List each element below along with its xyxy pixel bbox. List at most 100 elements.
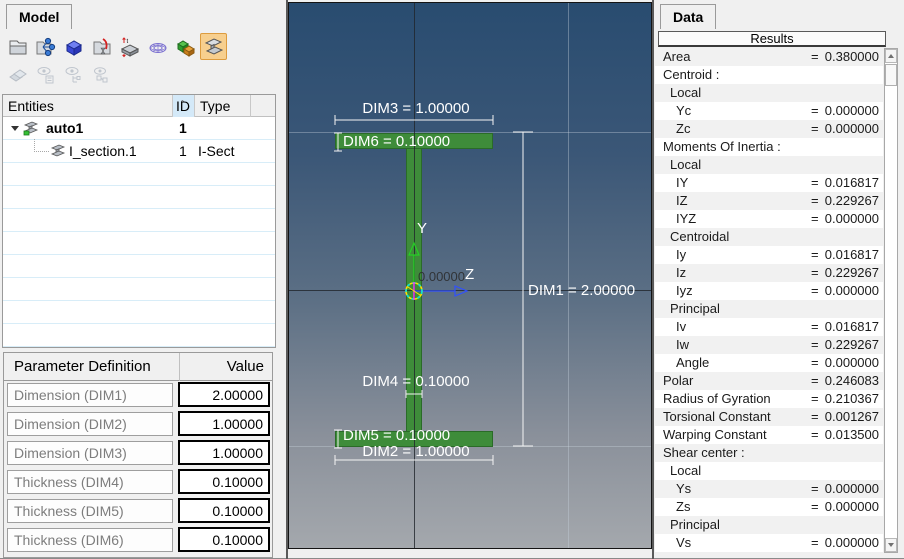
parameter-definition-header: Parameter Definition — [14, 358, 151, 375]
result-row: Yc = 0.000000 — [655, 102, 883, 120]
result-row: IZ = 0.229267 — [655, 192, 883, 210]
results-header: Results — [658, 31, 886, 47]
result-name: Shear center : — [663, 444, 745, 462]
result-name: Ys — [676, 480, 691, 498]
result-name: Local — [670, 84, 701, 102]
parameter-table-header: Parameter Definition Value — [4, 353, 272, 381]
parameter-value-input[interactable] — [178, 411, 270, 436]
column-header-type[interactable]: Type — [195, 95, 251, 117]
result-name: Yc — [676, 102, 691, 120]
tree-empty-row — [3, 324, 275, 347]
sections-stack-icon — [203, 36, 225, 58]
tree-empty-row — [3, 278, 275, 301]
result-equals: = — [811, 336, 819, 354]
result-equals: = — [811, 534, 819, 552]
layers-icon — [7, 64, 29, 86]
material-boxes-button[interactable] — [172, 33, 199, 60]
origin-coordinate-readout: 0.00000 — [418, 269, 465, 284]
sections-stack-button[interactable] — [200, 33, 227, 60]
result-name: Iyz — [676, 282, 693, 300]
scroll-down-icon — [888, 543, 894, 547]
tree-row-type: I-Sect — [198, 143, 235, 159]
tab-model[interactable]: Model — [6, 4, 72, 29]
tree-row-child[interactable]: I_section.1 1 I-Sect — [3, 140, 275, 163]
result-value: 0.016817 — [825, 174, 879, 192]
viewport-3d[interactable]: DIM3 = 1.00000 DIM6 = 0.10000 DIM1 = 2.0… — [288, 2, 652, 549]
result-equals: = — [811, 318, 819, 336]
tab-data[interactable]: Data — [660, 4, 716, 29]
entities-tree-header: Entities ˆID Type — [3, 95, 275, 117]
layers-button-disabled[interactable] — [4, 61, 31, 88]
section-folder-button[interactable] — [4, 33, 31, 60]
result-name: Local — [670, 156, 701, 174]
result-row: Principal — [655, 300, 883, 318]
result-equals: = — [811, 174, 819, 192]
parameter-value-input[interactable] — [178, 527, 270, 552]
result-name: IZ — [676, 192, 688, 210]
parameter-label: Dimension (DIM1) — [7, 383, 173, 407]
result-name: Principal — [670, 300, 720, 318]
visibility-list-button-disabled[interactable] — [32, 61, 59, 88]
visibility-tree-button-disabled[interactable] — [60, 61, 87, 88]
column-header-entities[interactable]: Entities — [3, 95, 173, 117]
parameter-value-input[interactable] — [178, 440, 270, 465]
parameter-row: Thickness (DIM4) — [4, 468, 272, 497]
result-row: Centroid : — [655, 66, 883, 84]
scrollbar-thumb[interactable] — [885, 64, 897, 86]
result-name: Centroidal — [670, 228, 729, 246]
result-row: Local — [655, 156, 883, 174]
scroll-up-icon — [888, 54, 894, 58]
result-value: 0.229267 — [825, 336, 879, 354]
tree-row-root[interactable]: auto1 1 — [3, 117, 275, 140]
result-name: Polar — [663, 372, 693, 390]
scroll-up-button[interactable] — [885, 49, 897, 63]
result-row: Moments Of Inertia : — [655, 138, 883, 156]
solid-body-button[interactable] — [60, 33, 87, 60]
constraint-curve-button[interactable] — [88, 33, 115, 60]
header-column-divider — [179, 353, 180, 381]
visibility-sync-button-disabled[interactable] — [88, 61, 115, 88]
surface-mesh-icon — [147, 36, 169, 58]
parameter-value-input[interactable] — [178, 469, 270, 494]
result-row: Iz = 0.229267 — [655, 264, 883, 282]
column-header-id[interactable]: ˆID — [173, 95, 195, 117]
model-panel: Model — [0, 0, 286, 559]
result-value: 0.000000 — [825, 282, 879, 300]
constraint-curve-icon — [91, 36, 113, 58]
result-row: Radius of Gyration = 0.210367 — [655, 390, 883, 408]
dim1-label: DIM1 = 2.00000 — [528, 282, 635, 299]
scroll-down-button[interactable] — [885, 538, 897, 552]
results-scrollbar[interactable] — [884, 48, 898, 553]
surface-mesh-button[interactable] — [144, 33, 171, 60]
result-name: Iw — [676, 336, 689, 354]
result-equals: = — [811, 120, 819, 138]
parameter-value-input[interactable] — [178, 498, 270, 523]
thickness-button[interactable]: t — [116, 33, 143, 60]
dim3-label: DIM3 = 1.00000 — [334, 100, 498, 117]
y-axis-label: Y — [417, 220, 427, 237]
result-row: Centroidal — [655, 228, 883, 246]
parameter-row: Dimension (DIM2) — [4, 410, 272, 439]
tree-empty-row — [3, 232, 275, 255]
parameter-value-input[interactable] — [178, 382, 270, 407]
result-row: IY = 0.016817 — [655, 174, 883, 192]
result-equals: = — [811, 48, 819, 66]
expander-icon[interactable] — [11, 126, 19, 131]
column-header-entities-label: Entities — [8, 98, 54, 114]
result-equals: = — [811, 480, 819, 498]
parameter-row: Thickness (DIM5) — [4, 497, 272, 526]
result-equals: = — [811, 210, 819, 228]
data-panel: Data Results Area = 0.380000 Centroid : … — [653, 0, 904, 559]
result-row: Iyz = 0.000000 — [655, 282, 883, 300]
result-equals: = — [811, 102, 819, 120]
parameter-row: Thickness (DIM6) — [4, 526, 272, 555]
result-row: Polar = 0.246083 — [655, 372, 883, 390]
result-row: Iv = 0.016817 — [655, 318, 883, 336]
result-name: Centroid : — [663, 66, 719, 84]
import-points-button[interactable] — [32, 33, 59, 60]
result-row: Ys = 0.000000 — [655, 480, 883, 498]
section-entity-icon — [23, 120, 39, 136]
tree-branch-line — [34, 139, 49, 152]
result-value: 0.000000 — [825, 120, 879, 138]
result-value: 0.016817 — [825, 318, 879, 336]
